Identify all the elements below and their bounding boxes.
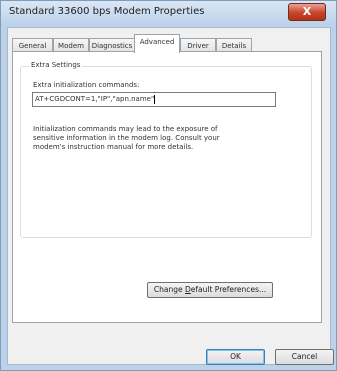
tab-details[interactable]: Details (216, 38, 252, 52)
close-icon: X (302, 5, 312, 18)
tab-general[interactable]: General (12, 38, 53, 52)
tab-driver[interactable]: Driver (180, 38, 216, 52)
tab-strip: General Modem Diagnostics Advanced Drive… (12, 34, 324, 53)
security-info-text: Initialization commands may lead to the … (33, 125, 220, 151)
tab-diagnostics[interactable]: Diagnostics (89, 38, 135, 52)
pref-label-prefix: Change (153, 285, 186, 294)
pref-label-suffix: efault Preferences... (190, 285, 267, 294)
tab-modem[interactable]: Modem (53, 38, 89, 52)
extra-settings-group: Extra Settings Extra initialization comm… (20, 61, 312, 238)
text-caret (154, 94, 156, 104)
extra-init-commands-label: Extra initialization commands: (33, 81, 140, 89)
input-value: AT+CGDCONT=1,"IP","apn.name" (35, 95, 155, 103)
change-default-preferences-button[interactable]: Change Default Preferences... (147, 282, 273, 298)
tab-advanced[interactable]: Advanced (134, 34, 180, 53)
title-bar[interactable]: Standard 33600 bps Modem Properties X (1, 1, 336, 25)
extra-init-commands-input[interactable]: AT+CGDCONT=1,"IP","apn.name" (32, 92, 276, 107)
close-button[interactable]: X (288, 3, 326, 21)
modem-properties-window: Standard 33600 bps Modem Properties X Ge… (0, 0, 337, 371)
ok-button[interactable]: OK (206, 349, 265, 365)
window-title: Standard 33600 bps Modem Properties (9, 6, 205, 17)
group-label: Extra Settings (29, 61, 83, 69)
dialog-client-area: General Modem Diagnostics Advanced Drive… (7, 27, 334, 365)
cancel-button[interactable]: Cancel (275, 349, 334, 365)
